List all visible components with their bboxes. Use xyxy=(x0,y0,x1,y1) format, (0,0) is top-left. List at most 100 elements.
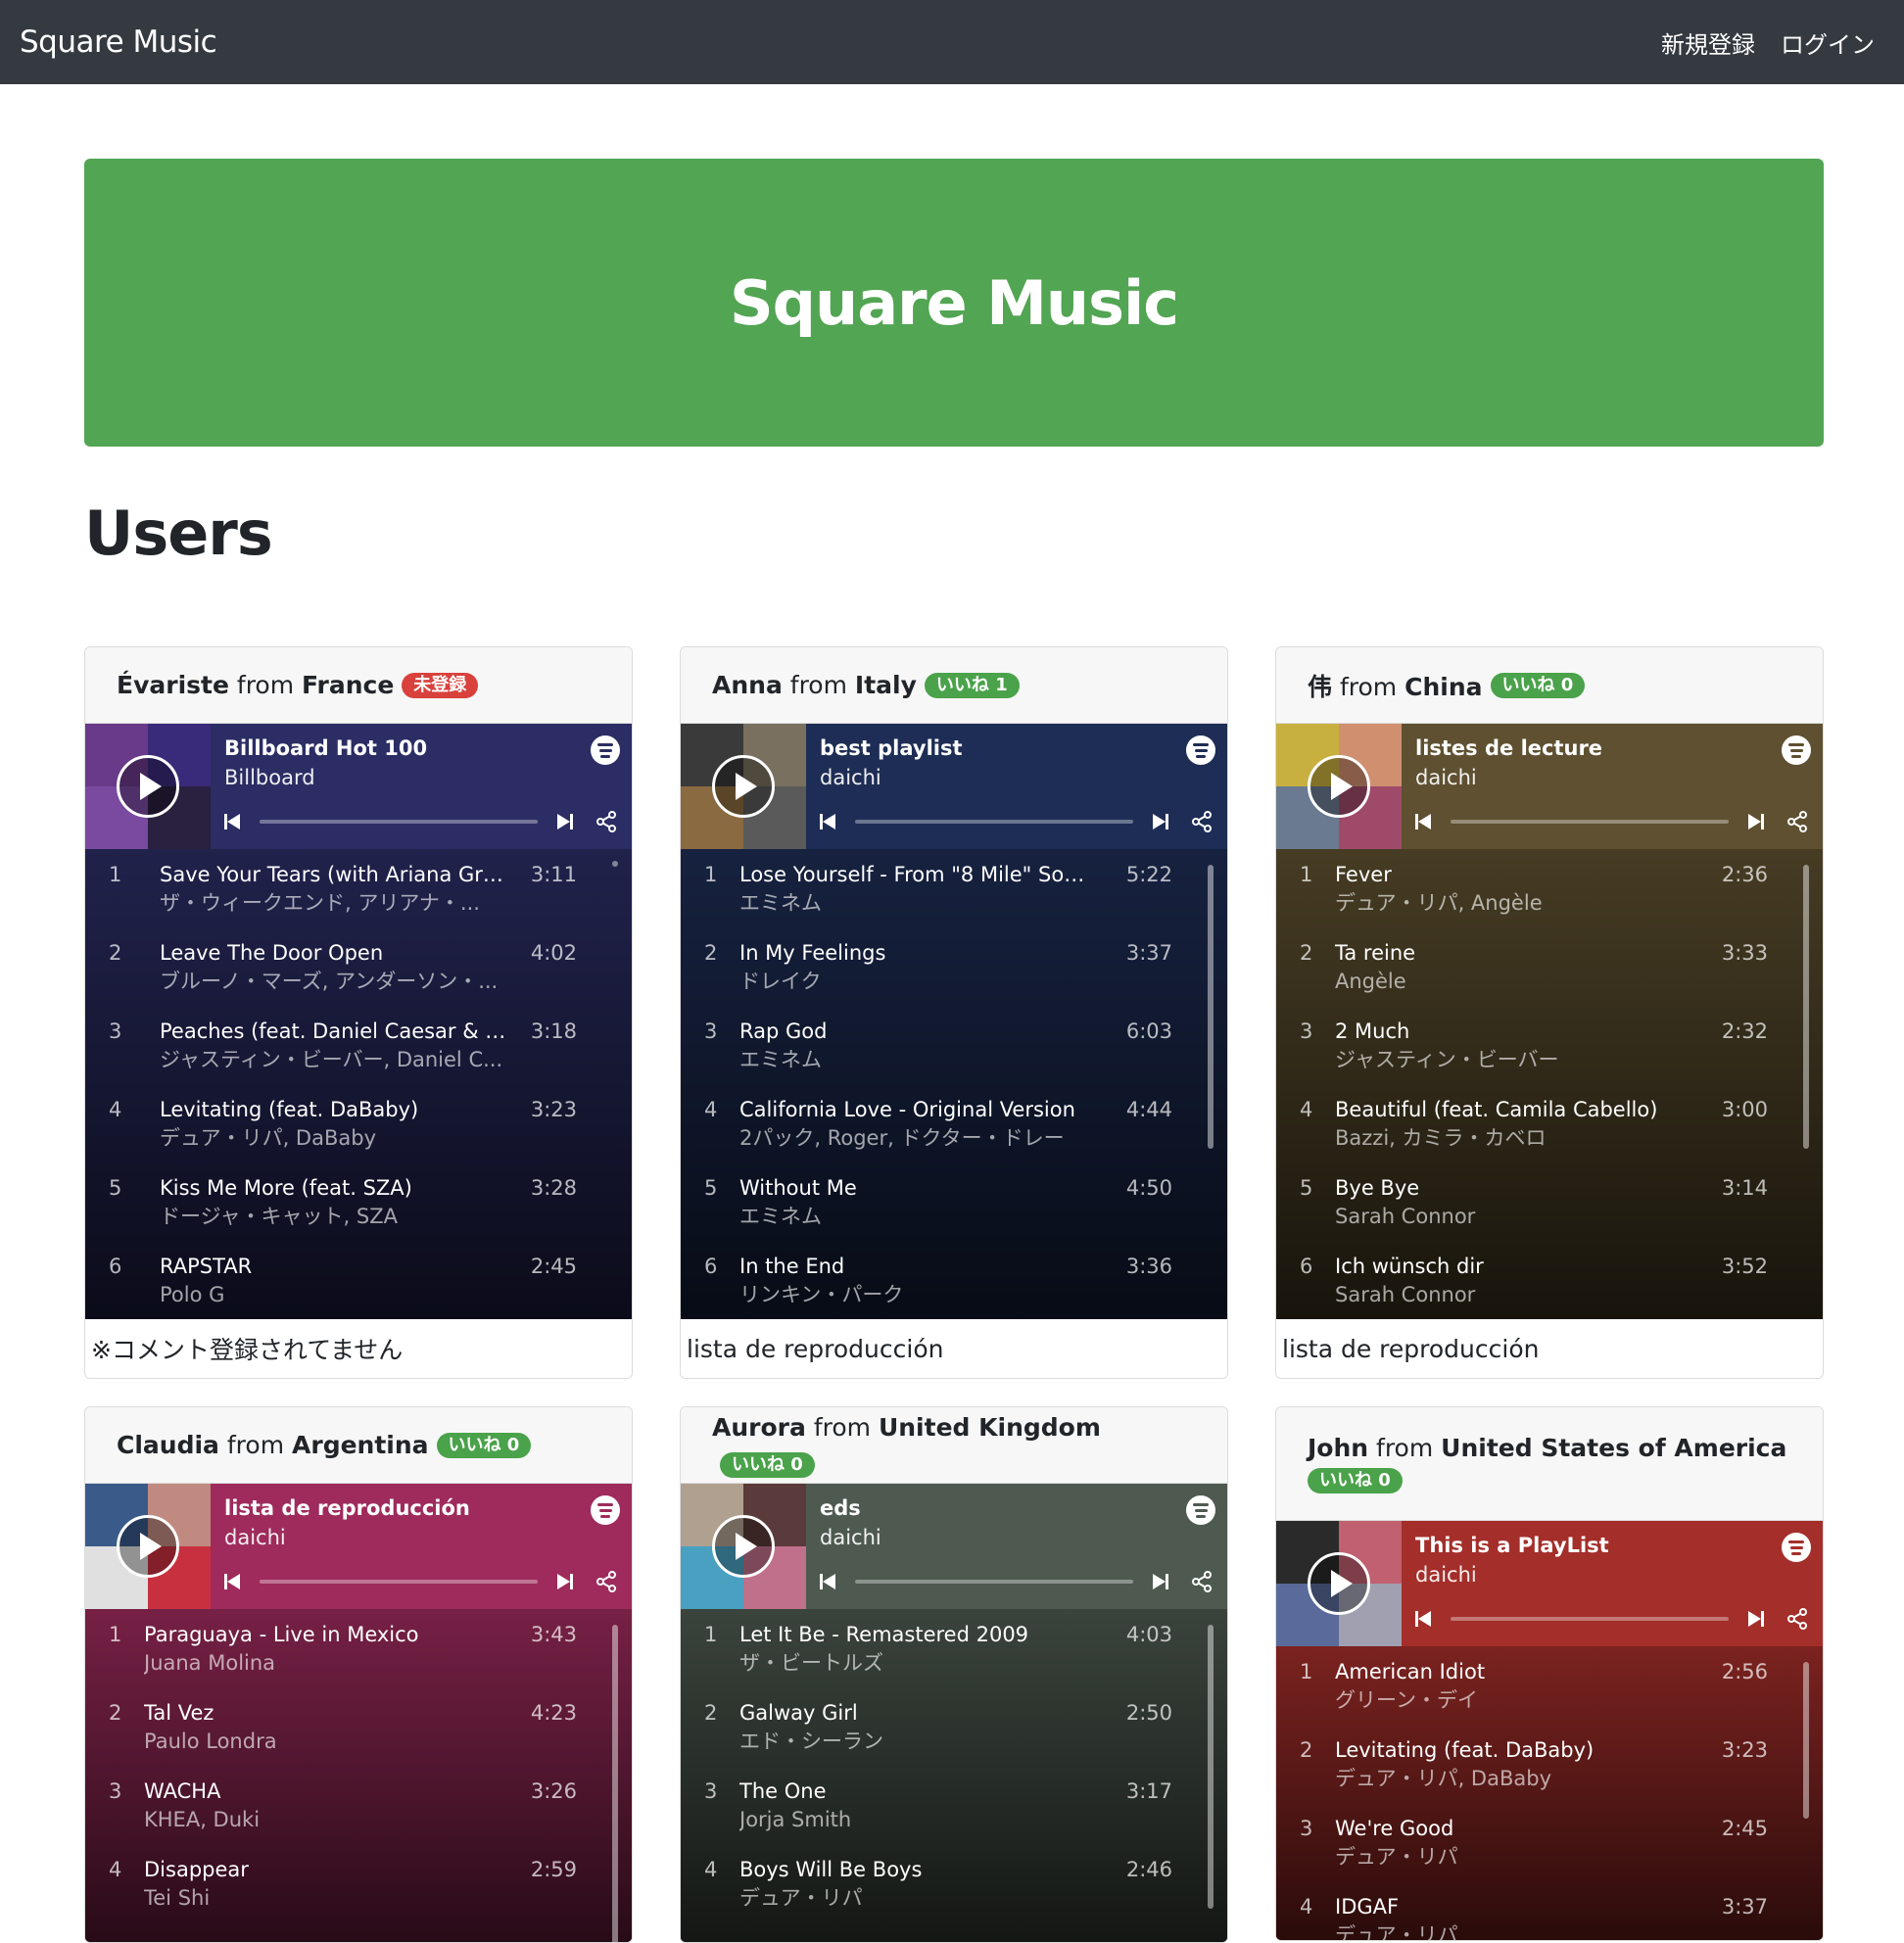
next-track-icon[interactable] xyxy=(1151,813,1168,830)
spotify-icon[interactable] xyxy=(1782,1533,1811,1562)
previous-track-icon[interactable] xyxy=(224,1573,242,1590)
track-row[interactable]: 1 Save Your Tears (with Ariana Grand... ザ・… xyxy=(85,857,632,935)
track-row[interactable]: 1 Fever デュア・リパ, Angèle 2:36 xyxy=(1276,857,1823,935)
track-row[interactable]: 1 Paraguaya - Live in Mexico Juana Molina 3… xyxy=(85,1617,632,1695)
playlist-title[interactable]: lista de reproducción xyxy=(224,1493,618,1523)
track-row[interactable]: 4 Levitating (feat. DaBaby) デュア・リパ, DaBaby… xyxy=(85,1092,632,1170)
playlist-owner[interactable]: daichi xyxy=(224,1523,618,1552)
playlist-owner[interactable]: daichi xyxy=(1415,1560,1809,1589)
share-icon[interactable] xyxy=(1190,810,1214,833)
track-duration: 3:17 xyxy=(1125,1779,1172,1803)
track-row[interactable]: 2 Tal Vez Paulo Londra 4:23 xyxy=(85,1695,632,1774)
playlist-title[interactable]: eds xyxy=(820,1493,1214,1523)
like-badge[interactable]: いいね 0 xyxy=(1308,1468,1403,1493)
user-name[interactable]: John xyxy=(1308,1434,1368,1462)
login-link[interactable]: ログイン xyxy=(1781,25,1875,60)
track-row[interactable]: 5 Kiss Me More (feat. SZA) ドージャ・キャット, SZA 3… xyxy=(85,1170,632,1249)
track-row[interactable]: 3 The One Jorja Smith 3:17 xyxy=(681,1774,1227,1852)
progress-bar[interactable] xyxy=(260,1580,538,1584)
playlist-title[interactable]: Billboard Hot 100 xyxy=(224,734,618,763)
playlist-owner[interactable]: daichi xyxy=(820,1523,1214,1552)
track-row[interactable]: 2 In My Feelings ドレイク 3:37 xyxy=(681,935,1227,1014)
track-row[interactable]: 2 Levitating (feat. DaBaby) デュア・リパ, DaBaby… xyxy=(1276,1732,1823,1811)
like-badge[interactable]: いいね 0 xyxy=(720,1451,815,1478)
next-track-icon[interactable] xyxy=(555,1573,573,1590)
like-badge[interactable]: いいね 0 xyxy=(1490,672,1586,698)
spotify-icon[interactable] xyxy=(591,735,620,765)
playlist-title[interactable]: best playlist xyxy=(820,734,1214,763)
user-name[interactable]: Évariste xyxy=(117,671,229,699)
share-icon[interactable] xyxy=(595,1570,618,1593)
track-row[interactable]: 6 Ich wünsch dir Sarah Connor 3:52 xyxy=(1276,1249,1823,1319)
track-row[interactable]: 4 Beautiful (feat. Camila Cabello) Bazzi, … xyxy=(1276,1092,1823,1170)
next-track-icon[interactable] xyxy=(1151,1573,1168,1590)
play-icon[interactable] xyxy=(117,755,179,818)
navbar-brand[interactable]: Square Music xyxy=(20,24,217,60)
track-row[interactable]: 2 Galway Girl エド・シーラン 2:50 xyxy=(681,1695,1227,1774)
track-row[interactable]: 2 Leave The Door Open ブルーノ・マーズ, アンダーソン・...… xyxy=(85,935,632,1014)
user-name[interactable]: 伟 xyxy=(1308,673,1332,701)
track-row[interactable]: 3 We're Good デュア・リパ 2:45 xyxy=(1276,1811,1823,1889)
spotify-icon[interactable] xyxy=(591,1495,620,1525)
track-row[interactable]: 4 Boys Will Be Boys デュア・リパ 2:46 xyxy=(681,1852,1227,1930)
share-icon[interactable] xyxy=(1785,1607,1809,1631)
user-name[interactable]: Aurora xyxy=(712,1413,806,1442)
spotify-icon[interactable] xyxy=(1186,735,1215,765)
track-row[interactable]: 5 Bye Bye Sarah Connor 3:14 xyxy=(1276,1170,1823,1249)
scrollbar[interactable] xyxy=(612,861,618,867)
scrollbar[interactable] xyxy=(1208,865,1214,1149)
signup-link[interactable]: 新規登録 xyxy=(1661,25,1755,60)
track-row[interactable]: 4 IDGAF デュア・リパ 3:37 xyxy=(1276,1889,1823,1940)
scrollbar[interactable] xyxy=(1208,1625,1214,1909)
play-icon[interactable] xyxy=(1308,755,1370,818)
playlist-owner[interactable]: Billboard xyxy=(224,763,618,792)
play-icon[interactable] xyxy=(1308,1552,1370,1615)
progress-bar[interactable] xyxy=(1451,820,1729,824)
scrollbar[interactable] xyxy=(612,1625,618,1942)
playlist-owner[interactable]: daichi xyxy=(1415,763,1809,792)
track-row[interactable]: 6 In the End リンキン・パーク 3:36 xyxy=(681,1249,1227,1319)
track-row[interactable]: 4 Disappear Tei Shi 2:59 xyxy=(85,1852,632,1930)
track-row[interactable]: 3 Rap God エミネム 6:03 xyxy=(681,1014,1227,1092)
progress-bar[interactable] xyxy=(855,820,1133,824)
playlist-title[interactable]: This is a PlayList xyxy=(1415,1531,1809,1560)
previous-track-icon[interactable] xyxy=(224,813,242,830)
play-icon[interactable] xyxy=(712,755,775,818)
scrollbar[interactable] xyxy=(1803,865,1809,1149)
track-row[interactable]: 5 Without Me エミネム 4:50 xyxy=(681,1170,1227,1249)
track-row[interactable]: 2 Ta reine Angèle 3:33 xyxy=(1276,935,1823,1014)
scrollbar[interactable] xyxy=(1803,1662,1809,1819)
track-row[interactable]: 1 Lose Yourself - From "8 Mile" Sound... エ… xyxy=(681,857,1227,935)
track-row[interactable]: 1 Let It Be - Remastered 2009 ザ・ビートルズ 4:03 xyxy=(681,1617,1227,1695)
track-row[interactable]: 6 RAPSTAR Polo G 2:45 xyxy=(85,1249,632,1319)
next-track-icon[interactable] xyxy=(555,813,573,830)
track-row[interactable]: 3 WACHA KHEA, Duki 3:26 xyxy=(85,1774,632,1852)
track-row[interactable]: 1 American Idiot グリーン・デイ 2:56 xyxy=(1276,1654,1823,1732)
previous-track-icon[interactable] xyxy=(820,813,837,830)
like-badge[interactable]: 未登録 xyxy=(402,672,479,698)
share-icon[interactable] xyxy=(595,810,618,833)
previous-track-icon[interactable] xyxy=(1415,1610,1433,1628)
next-track-icon[interactable] xyxy=(1746,813,1764,830)
track-row[interactable]: 3 2 Much ジャスティン・ビーバー 2:32 xyxy=(1276,1014,1823,1092)
previous-track-icon[interactable] xyxy=(820,1573,837,1590)
spotify-icon[interactable] xyxy=(1782,735,1811,765)
progress-bar[interactable] xyxy=(1451,1617,1729,1621)
next-track-icon[interactable] xyxy=(1746,1610,1764,1628)
spotify-icon[interactable] xyxy=(1186,1495,1215,1525)
user-name[interactable]: Anna xyxy=(712,671,783,699)
playlist-title[interactable]: listes de lecture xyxy=(1415,734,1809,763)
share-icon[interactable] xyxy=(1190,1570,1214,1593)
user-name[interactable]: Claudia xyxy=(117,1431,219,1459)
track-row[interactable]: 3 Peaches (feat. Daniel Caesar & Giv... ジャ… xyxy=(85,1014,632,1092)
progress-bar[interactable] xyxy=(855,1580,1133,1584)
progress-bar[interactable] xyxy=(260,820,538,824)
play-icon[interactable] xyxy=(712,1515,775,1578)
like-badge[interactable]: いいね 1 xyxy=(924,672,1020,698)
track-row[interactable]: 4 California Love - Original Version 2パック,… xyxy=(681,1092,1227,1170)
share-icon[interactable] xyxy=(1785,810,1809,833)
playlist-owner[interactable]: daichi xyxy=(820,763,1214,792)
previous-track-icon[interactable] xyxy=(1415,813,1433,830)
like-badge[interactable]: いいね 0 xyxy=(436,1432,532,1458)
play-icon[interactable] xyxy=(117,1515,179,1578)
